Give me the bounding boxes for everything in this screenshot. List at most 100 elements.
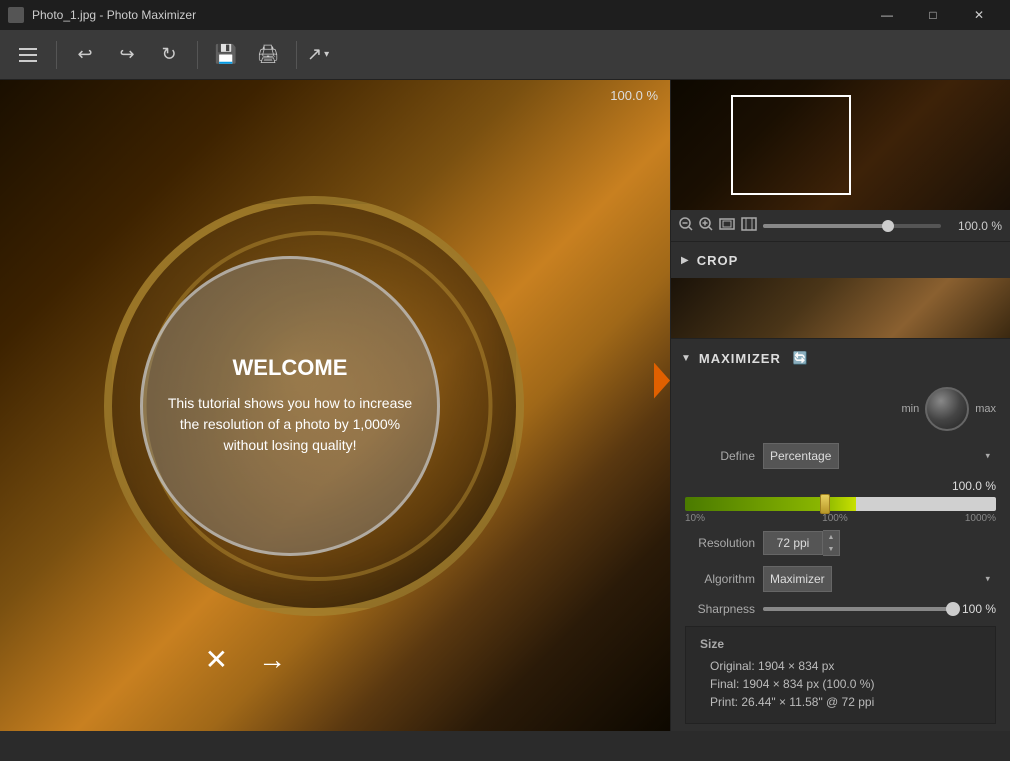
canvas-zoom-value: 100.0 % [610,88,658,103]
save-button[interactable]: 💾 [208,37,244,73]
crop-section-header[interactable]: ▶ CROP [671,242,1010,278]
actual-size-icon [741,217,757,231]
preview-selection-box[interactable] [731,95,851,195]
tutorial-actions: ✕ → [205,643,286,676]
zoom-out-button[interactable] [679,217,693,234]
knob-max-label: max [975,403,996,415]
toolbar: ↩ ↪ ↻ 💾 🖨 ↗ ▾ [0,30,1010,80]
percentage-slider-thumb[interactable] [820,494,830,514]
knob-min-label: min [901,403,919,415]
algorithm-label: Algorithm [685,572,755,586]
define-select-arrow: ▾ [985,451,990,462]
sharpness-slider-thumb[interactable] [946,602,960,616]
maximizer-knob[interactable] [925,387,969,431]
resolution-row: Resolution ▲ ▼ [685,530,996,556]
crop-section-title: CROP [697,253,739,268]
redo-button[interactable]: ↪ [109,37,145,73]
main-area: 100.0 % WELCOME This tutorial shows you … [0,80,1010,731]
window-title: Photo_1.jpg - Photo Maximizer [32,8,196,22]
zoom-controls: 100.0 % [671,210,1010,242]
zoom-in-button[interactable] [699,217,713,234]
slider-labels: 10% 100% 1000% [685,513,996,524]
menu-line [19,54,37,56]
app-icon [8,7,24,23]
crop-section: ▶ CROP [671,242,1010,339]
percentage-display-value: 100.0 % [685,479,996,493]
crop-section-preview [671,278,1010,338]
maximize-button[interactable]: □ [910,0,956,30]
maximizer-section-title: MAXIMIZER [699,351,781,366]
sharpness-display-value: 100 % [961,602,996,616]
tutorial-next-button[interactable]: → [258,643,286,676]
zoom-out-icon [679,217,693,231]
maximizer-info-icon[interactable]: 🔄 [793,351,808,365]
zoom-in-icon [699,217,713,231]
close-button[interactable]: ✕ [956,0,1002,30]
resolution-label: Resolution [685,536,755,550]
sharpness-row: Sharpness 100 % [685,602,996,616]
menu-line [19,48,37,50]
algorithm-select[interactable]: Maximizer [763,566,832,592]
share-button[interactable]: ↗ ▾ [307,44,329,65]
toolbar-separator [56,41,57,69]
titlebar-left: Photo_1.jpg - Photo Maximizer [8,7,196,23]
percentage-slider-row: 10% 100% 1000% [685,497,996,524]
share-icon: ↗ [307,44,322,65]
resolution-input-group: ▲ ▼ [763,530,840,556]
maximizer-body: min max Define Percentage ▾ 100.0 % [671,377,1010,731]
sharpness-slider-fill [763,607,953,611]
toolbar-separator [296,41,297,69]
algorithm-row: Algorithm Maximizer ▾ [685,566,996,592]
slider-label-10: 10% [685,513,705,524]
size-section-title: Size [700,637,981,651]
actual-size-button[interactable] [741,217,757,234]
sharpness-slider-track[interactable] [763,607,953,611]
print-button[interactable]: 🖨 [250,37,286,73]
maximizer-section-arrow: ▼ [681,353,691,364]
size-final-value: Final: 1904 × 834 px (100.0 %) [700,677,981,691]
share-dropdown-arrow: ▾ [324,49,329,60]
photo-canvas[interactable]: WELCOME This tutorial shows you how to i… [0,80,670,731]
size-section: Size Original: 1904 × 834 px Final: 1904… [685,626,996,724]
canvas-area: 100.0 % WELCOME This tutorial shows you … [0,80,670,731]
menu-button[interactable] [10,37,46,73]
zoom-slider-track[interactable] [763,224,941,228]
slider-label-100: 100% [822,513,848,524]
define-select-wrapper: Percentage ▾ [763,443,996,469]
tutorial-overlay: WELCOME This tutorial shows you how to i… [140,256,440,556]
resolution-down-button[interactable]: ▼ [823,543,839,555]
slider-label-1000: 1000% [965,513,996,524]
algorithm-select-arrow: ▾ [985,574,990,585]
fit-view-icon [719,217,735,231]
preview-thumbnail [671,80,1010,210]
define-label: Define [685,449,755,463]
redo2-button[interactable]: ↻ [151,37,187,73]
zoom-slider-thumb[interactable] [882,220,894,232]
titlebar-controls: — □ ✕ [864,0,1002,30]
define-select[interactable]: Percentage [763,443,839,469]
resolution-input[interactable] [763,531,823,555]
maximizer-section-header[interactable]: ▼ MAXIMIZER 🔄 [671,339,1010,377]
tutorial-close-button[interactable]: ✕ [205,643,228,676]
resolution-spinners: ▲ ▼ [823,530,840,556]
zoom-display-value: 100.0 % [947,219,1002,233]
maximizer-section: ▼ MAXIMIZER 🔄 min max Define Percentage [671,339,1010,731]
crop-section-arrow: ▶ [681,255,689,266]
sharpness-label: Sharpness [685,602,755,616]
undo-button[interactable]: ↩ [67,37,103,73]
define-row: Define Percentage ▾ [685,443,996,469]
titlebar: Photo_1.jpg - Photo Maximizer — □ ✕ [0,0,1010,30]
tutorial-body: This tutorial shows you how to increase … [143,393,437,456]
knob-area: min max [685,387,996,431]
tutorial-title: WELCOME [233,355,348,381]
zoom-slider-fill [763,224,888,228]
percentage-slider-track[interactable] [685,497,996,511]
minimize-button[interactable]: — [864,0,910,30]
algorithm-select-wrapper: Maximizer ▾ [763,566,996,592]
size-original-value: Original: 1904 × 834 px [700,659,981,673]
fit-view-button[interactable] [719,217,735,234]
right-panel: 100.0 % ▶ CROP ▼ MAXIMIZER 🔄 min ma [670,80,1010,731]
menu-line [19,60,37,62]
resolution-up-button[interactable]: ▲ [823,531,839,543]
size-print-value: Print: 26.44" × 11.58" @ 72 ppi [700,695,981,709]
